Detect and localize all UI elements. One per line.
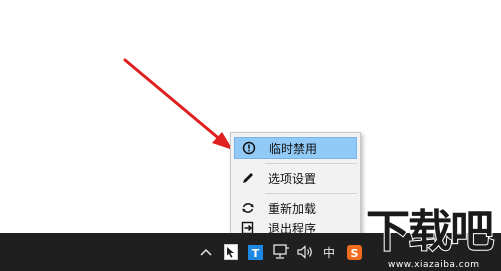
refresh-icon [234, 201, 262, 215]
info-circle-icon [235, 141, 263, 155]
volume-icon[interactable] [296, 242, 316, 262]
chevron-up-icon[interactable] [198, 242, 214, 262]
menu-item-label: 选项设置 [268, 171, 317, 186]
svg-text:S: S [350, 247, 358, 260]
menu-separator [265, 193, 357, 194]
menu-item-options[interactable]: 选项设置 [234, 167, 357, 189]
svg-text:T: T [251, 247, 259, 260]
desktop-area: 临时禁用 选项设置 重新加载 退出程序 T 中 S 下载吧 www.xiazai… [0, 0, 501, 271]
tray-context-menu: 临时禁用 选项设置 重新加载 退出程序 [230, 132, 361, 242]
network-icon[interactable] [272, 242, 290, 262]
menu-item-label: 重新加载 [268, 201, 317, 216]
menu-item-reload[interactable]: 重新加载 [234, 197, 357, 219]
watermark-url: www.xiazaiba.com [388, 260, 480, 270]
menu-item-disable[interactable]: 临时禁用 [234, 137, 357, 159]
app-tray-icon[interactable] [223, 242, 239, 262]
site-watermark: 下载吧 www.xiazaiba.com [364, 205, 501, 271]
menu-separator [265, 163, 357, 164]
ime-label: 中 [322, 245, 335, 260]
watermark-title: 下载吧 [365, 205, 495, 258]
ime-icon[interactable]: 中 [321, 242, 337, 262]
sogou-icon[interactable]: S [346, 242, 362, 262]
pencil-icon [234, 171, 262, 185]
typora-tray-icon[interactable]: T [247, 242, 263, 262]
menu-item-label: 临时禁用 [269, 141, 318, 156]
